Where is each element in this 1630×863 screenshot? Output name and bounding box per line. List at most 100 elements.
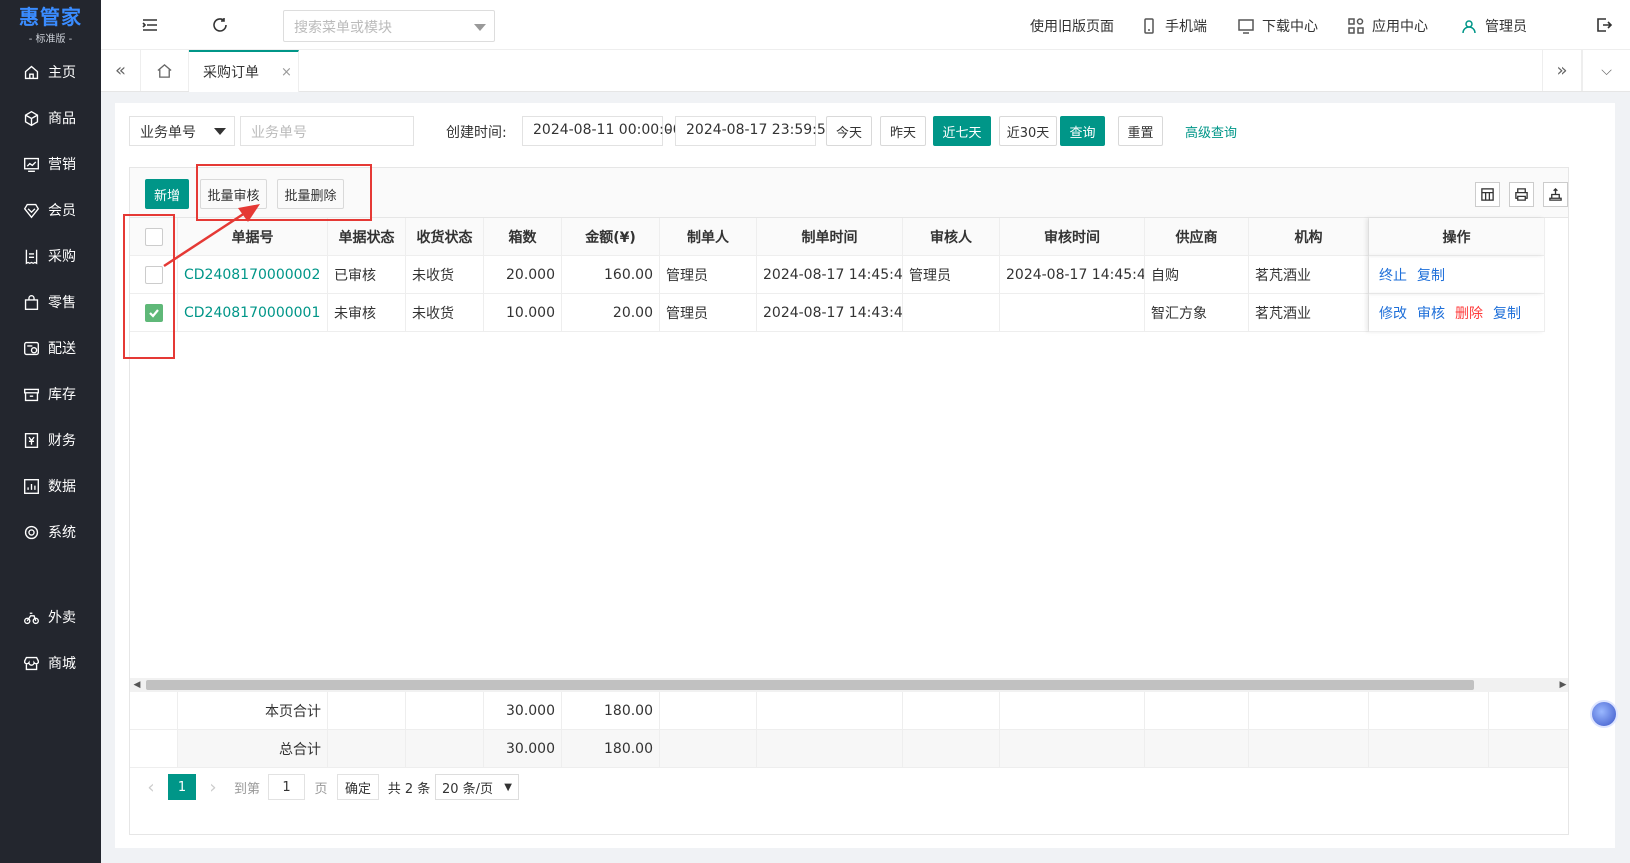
mobile-link[interactable]: 手机端	[1141, 16, 1207, 36]
summary-empty-cell	[1369, 730, 1489, 768]
table-cell-creator: 管理员	[660, 294, 757, 332]
scroll-left-arrow-icon[interactable]: ◀	[130, 678, 144, 692]
sidebar: 惠管家 - 标准版 - 主页 商品 营销 会员 采购 零售 配送 库存 财务 数…	[0, 0, 101, 863]
column-header[interactable]: 箱数	[484, 218, 562, 256]
date-from-input[interactable]: 2024-08-11 00:00:00	[522, 116, 682, 146]
scrollbar-thumb[interactable]	[146, 680, 1474, 690]
print-icon[interactable]	[1509, 182, 1534, 207]
download-center-label: 下载中心	[1262, 19, 1318, 35]
sidebar-item-purchase[interactable]: 采购	[0, 236, 101, 276]
logo-name: 惠管家	[19, 4, 82, 29]
summary-boxes: 30.000	[484, 730, 562, 768]
sidebar-item-inventory[interactable]: 库存	[0, 374, 101, 414]
tabs-menu-chevron-icon[interactable]: ⌵	[1582, 50, 1630, 91]
sidebar-item-label: 主页	[48, 65, 76, 81]
tab-home-icon[interactable]	[141, 50, 189, 91]
action-link[interactable]: 删除	[1455, 303, 1483, 323]
column-header[interactable]: 金额(¥)	[562, 218, 660, 256]
table-cell-supplier: 智汇方象	[1145, 294, 1249, 332]
export-icon[interactable]	[1543, 182, 1568, 207]
refresh-icon[interactable]	[211, 16, 229, 34]
today-button[interactable]: 今天	[826, 116, 872, 146]
last-30-days-button[interactable]: 近30天	[999, 116, 1057, 146]
column-header[interactable]: 收货状态	[406, 218, 484, 256]
sidebar-item-data[interactable]: 数据	[0, 466, 101, 506]
column-header[interactable]: 操作	[1369, 218, 1545, 256]
menu-search-select[interactable]: 搜索菜单或模块	[283, 10, 495, 42]
settings-icon	[22, 523, 40, 541]
page-1-button[interactable]: 1	[168, 774, 196, 800]
reset-button[interactable]: 重置	[1118, 116, 1163, 146]
column-header[interactable]: 审核人	[903, 218, 1000, 256]
sidebar-item-label: 配送	[48, 341, 76, 357]
logo[interactable]: 惠管家 - 标准版 -	[0, 0, 101, 50]
sidebar-item-finance[interactable]: 财务	[0, 420, 101, 460]
prev-page-icon[interactable]: ‹	[142, 774, 160, 800]
column-header[interactable]: 制单人	[660, 218, 757, 256]
goto-page-input[interactable]: 1	[268, 774, 305, 800]
sidebar-item-delivery[interactable]: 配送	[0, 328, 101, 368]
app-center-link[interactable]: 应用中心	[1348, 16, 1428, 36]
caret-down-icon	[214, 128, 226, 135]
sidebar-item-system[interactable]: 系统	[0, 512, 101, 552]
sidebar-item-marketing[interactable]: 营销	[0, 144, 101, 184]
sidebar-item-goods[interactable]: 商品	[0, 98, 101, 138]
old-version-label: 使用旧版页面	[1030, 19, 1114, 35]
tab-purchase-order[interactable]: 采购订单 ×	[189, 50, 299, 92]
user-menu[interactable]: 管理员	[1461, 16, 1527, 36]
total-count: 共 2 条	[387, 781, 431, 797]
sidebar-item-home[interactable]: 主页	[0, 52, 101, 92]
action-link[interactable]: 复制	[1417, 265, 1445, 285]
logout-icon[interactable]	[1595, 16, 1613, 34]
column-header[interactable]: 机构	[1249, 218, 1369, 256]
column-header-label: 审核时间	[1044, 229, 1100, 246]
menu-toggle-icon[interactable]	[141, 16, 159, 34]
last-7-days-button[interactable]: 近七天	[933, 116, 991, 146]
download-center-link[interactable]: 下载中心	[1238, 16, 1318, 36]
table-cell-auditor: 管理员	[903, 256, 1000, 294]
summary-empty-cell	[1145, 692, 1249, 730]
tab-close-icon[interactable]: ×	[281, 65, 292, 80]
goto-confirm-button[interactable]: 确定	[337, 774, 379, 800]
column-header[interactable]: 制单时间	[757, 218, 903, 256]
column-header[interactable]: 单据状态	[328, 218, 406, 256]
query-button[interactable]: 查询	[1060, 116, 1105, 146]
sidebar-item-member[interactable]: 会员	[0, 190, 101, 230]
chevron-down-icon	[474, 24, 486, 31]
search-type-select[interactable]: 业务单号	[129, 116, 235, 146]
tabs-scroll-left-icon[interactable]: «	[101, 50, 141, 91]
order-no-input[interactable]: 业务单号	[240, 116, 414, 146]
sidebar-item-mall[interactable]: 商城	[0, 643, 101, 683]
sidebar-item-label: 营销	[48, 157, 76, 173]
column-header-label: 审核人	[930, 229, 972, 246]
tabs-scroll-right-icon[interactable]: »	[1542, 50, 1582, 91]
action-link[interactable]: 终止	[1379, 265, 1407, 285]
table-cell-code[interactable]: CD2408170000001	[178, 294, 328, 332]
action-link[interactable]: 审核	[1417, 303, 1445, 323]
yesterday-button[interactable]: 昨天	[880, 116, 926, 146]
box-icon	[22, 109, 40, 127]
sidebar-item-retail[interactable]: 零售	[0, 282, 101, 322]
next-page-icon[interactable]: ›	[204, 774, 222, 800]
sidebar-item-takeaway[interactable]: 外卖	[0, 597, 101, 637]
action-link[interactable]: 修改	[1379, 303, 1407, 323]
old-version-link[interactable]: 使用旧版页面	[1030, 16, 1114, 36]
advanced-query-link[interactable]: 高级查询	[1185, 122, 1237, 141]
date-to-input[interactable]: 2024-08-17 23:59:59	[675, 116, 835, 146]
summary-empty-cell	[1000, 730, 1145, 768]
bag-icon	[22, 293, 40, 311]
summary-empty-cell	[660, 692, 757, 730]
column-header[interactable]: 供应商	[1145, 218, 1249, 256]
created-time-label: 创建时间:	[446, 125, 507, 141]
columns-filter-icon[interactable]	[1475, 182, 1500, 207]
store-icon	[22, 654, 40, 672]
action-link[interactable]: 复制	[1493, 303, 1521, 323]
horizontal-scrollbar[interactable]: ◀ ▶	[130, 678, 1568, 692]
page-size-select[interactable]: 20 条/页 ▼	[435, 774, 519, 800]
scroll-right-arrow-icon[interactable]: ▶	[1556, 678, 1568, 692]
user-name: 管理员	[1485, 19, 1527, 35]
top-header: 搜索菜单或模块 使用旧版页面 手机端 下载中心 应用中心 管理员	[101, 0, 1630, 50]
column-header[interactable]: 审核时间	[1000, 218, 1145, 256]
assistant-float-icon[interactable]	[1590, 700, 1618, 728]
table-cell-receive: 未收货	[406, 294, 484, 332]
